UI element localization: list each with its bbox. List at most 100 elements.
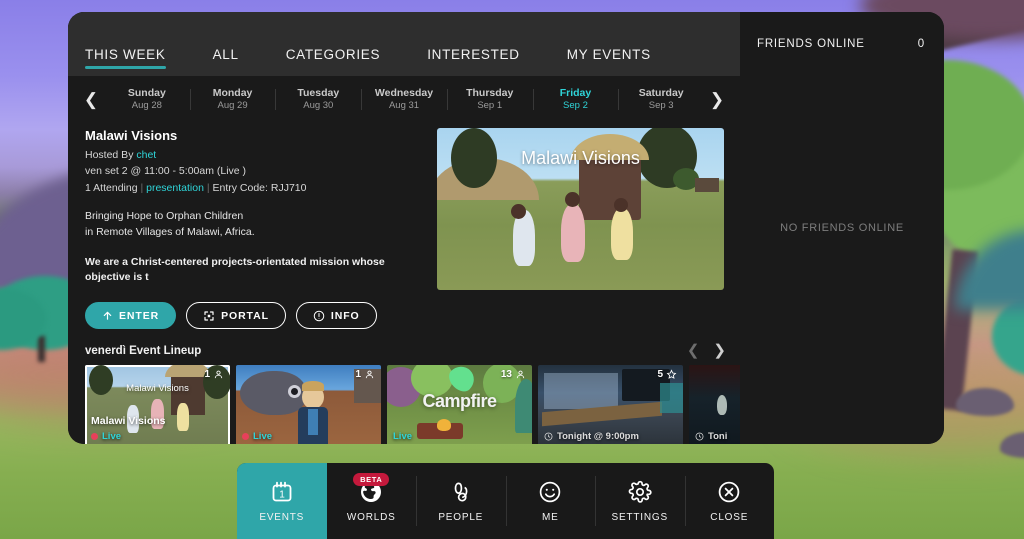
host-name-link[interactable]: chet <box>136 149 156 161</box>
card-count-value: 1 <box>204 369 210 380</box>
hero-building <box>695 178 719 192</box>
day-saturday[interactable]: Saturday Sep 3 <box>618 87 704 112</box>
event-description-line-1: Bringing Hope to Orphan Children <box>85 209 244 222</box>
avatar-icon <box>365 370 374 379</box>
enter-button-label: ENTER <box>119 309 160 322</box>
attending-count: 1 Attending <box>85 181 138 194</box>
separator: | <box>140 181 144 194</box>
svg-text:1: 1 <box>279 489 285 500</box>
card-count-value: 1 <box>355 369 361 380</box>
avatar-icon <box>214 370 223 379</box>
lineup-header: venerdì Event Lineup ❮ ❯ <box>68 329 740 358</box>
card-status-label: Toni <box>708 431 728 442</box>
toolbar-item-close[interactable]: CLOSE <box>684 463 775 539</box>
lineup-next-chevron-right-icon[interactable]: ❯ <box>713 343 726 358</box>
separator: | <box>206 181 210 194</box>
friends-panel: FRIENDS ONLINE 0 NO FRIENDS ONLINE <box>740 12 944 444</box>
toolbar-label-me: ME <box>541 511 559 523</box>
background-tree-trunk <box>38 336 45 362</box>
clock-icon <box>544 432 553 441</box>
day-wednesday[interactable]: Wednesday Aug 31 <box>361 87 447 112</box>
hero-child-head <box>614 198 628 212</box>
day-tuesday[interactable]: Tuesday Aug 30 <box>275 87 361 112</box>
day-name: Sunday <box>127 86 166 99</box>
toolbar-item-worlds[interactable]: BETA WORLDS <box>327 463 417 539</box>
day-thursday[interactable]: Thursday Sep 1 <box>446 87 533 112</box>
event-detail: Malawi Visions Hosted By chet ven set 2 … <box>68 122 740 290</box>
toolbar-item-people[interactable]: PEOPLE <box>416 463 506 539</box>
card-overlay-title: Campfire <box>422 391 497 411</box>
day-date: Aug 29 <box>217 99 248 111</box>
event-category-link[interactable]: presentation <box>146 182 204 194</box>
event-lineup-cards: Malawi Visions 1 Malawi Visions Live 1 L… <box>68 358 740 444</box>
enter-button[interactable]: ENTER <box>85 302 177 329</box>
lineup-card-campfire[interactable]: Campfire 13 Live <box>387 365 532 444</box>
card-fish-pupil <box>291 388 298 395</box>
gear-icon <box>628 480 652 503</box>
card-status-label: Live <box>253 431 273 442</box>
card-count-value: 5 <box>657 369 663 380</box>
lineup-card-5[interactable]: Toni <box>689 365 740 444</box>
lineup-prev-chevron-left-icon[interactable]: ❮ <box>687 343 700 358</box>
event-long-description: We are a Christ-centered projects-orient… <box>85 256 385 283</box>
card-window <box>544 373 618 409</box>
toolbar-item-me[interactable]: ME <box>505 463 596 539</box>
events-panel: THIS WEEK ALL CATEGORIES INTERESTED MY E… <box>68 12 944 444</box>
card-status: Live <box>91 431 121 442</box>
toolbar-label-worlds: WORLDS <box>346 511 396 523</box>
card-status: Toni <box>695 431 727 442</box>
card-status-label: Live <box>393 431 413 442</box>
portal-icon <box>204 310 214 321</box>
card-avatar-hair <box>302 381 324 391</box>
day-name: Saturday <box>638 86 684 99</box>
day-name: Tuesday <box>297 86 340 99</box>
day-monday[interactable]: Monday Aug 29 <box>189 87 276 112</box>
lineup-card-4[interactable]: 5 Tonight @ 9:00pm <box>538 365 683 444</box>
event-actions: ENTER PORTAL INFO <box>68 290 740 329</box>
info-button[interactable]: INFO <box>295 302 377 329</box>
avatar-icon <box>516 370 525 379</box>
portal-button-label: PORTAL <box>221 309 269 322</box>
event-description-line-2: in Remote Villages of Malawi, Africa. <box>85 225 255 238</box>
event-hero-image[interactable]: Malawi Visions <box>437 128 724 290</box>
live-dot-icon <box>242 433 249 440</box>
lineup-card-malawi-visions[interactable]: Malawi Visions 1 Malawi Visions Live <box>85 365 230 444</box>
tab-all[interactable]: ALL <box>213 47 239 76</box>
day-sunday[interactable]: Sunday Aug 28 <box>104 87 190 112</box>
star-icon <box>666 369 677 379</box>
portal-button[interactable]: PORTAL <box>186 302 286 329</box>
chevron-left-icon[interactable]: ❮ <box>78 91 104 108</box>
clock-icon <box>695 432 704 441</box>
tab-interested[interactable]: INTERESTED <box>427 47 520 76</box>
card-attendee-count: 13 <box>501 369 526 380</box>
tab-categories[interactable]: CATEGORIES <box>286 47 381 76</box>
hero-child <box>611 208 633 260</box>
date-strip: ❮ Sunday Aug 28 Monday Aug 29 Tuesday Au… <box>68 76 740 122</box>
people-icon <box>454 482 468 502</box>
toolbar-item-events[interactable]: 1 EVENTS <box>237 463 327 539</box>
entry-code: Entry Code: RJJ710 <box>212 181 307 194</box>
card-attendee-count: 5 <box>657 369 677 380</box>
card-attendee-count: 1 <box>355 369 375 380</box>
day-list: Sunday Aug 28 Monday Aug 29 Tuesday Aug … <box>104 87 704 112</box>
hero-child <box>561 204 585 262</box>
lineup-card-2[interactable]: 1 Live <box>236 365 381 444</box>
tab-my-events[interactable]: MY EVENTS <box>567 47 651 76</box>
event-detail-text: Malawi Visions Hosted By chet ven set 2 … <box>85 128 437 290</box>
arrow-up-icon <box>103 311 112 320</box>
chevron-right-icon[interactable]: ❯ <box>704 91 730 108</box>
event-title: Malawi Visions <box>85 128 178 143</box>
toolbar-label-settings: SETTINGS <box>611 511 668 523</box>
lineup-title: venerdì Event Lineup <box>85 344 202 357</box>
info-button-label: INFO <box>330 309 360 322</box>
card-child <box>177 403 189 431</box>
card-name: Malawi Visions <box>91 415 166 427</box>
card-status: Live <box>393 431 412 442</box>
toolbar-item-settings[interactable]: SETTINGS <box>595 463 685 539</box>
card-avatar-shirt <box>308 409 318 435</box>
close-icon <box>718 481 740 502</box>
day-friday[interactable]: Friday Sep 2 <box>532 87 619 112</box>
tab-this-week[interactable]: THIS WEEK <box>85 47 166 76</box>
day-name: Wednesday <box>374 86 434 99</box>
toolbar-label-close: CLOSE <box>710 511 749 523</box>
